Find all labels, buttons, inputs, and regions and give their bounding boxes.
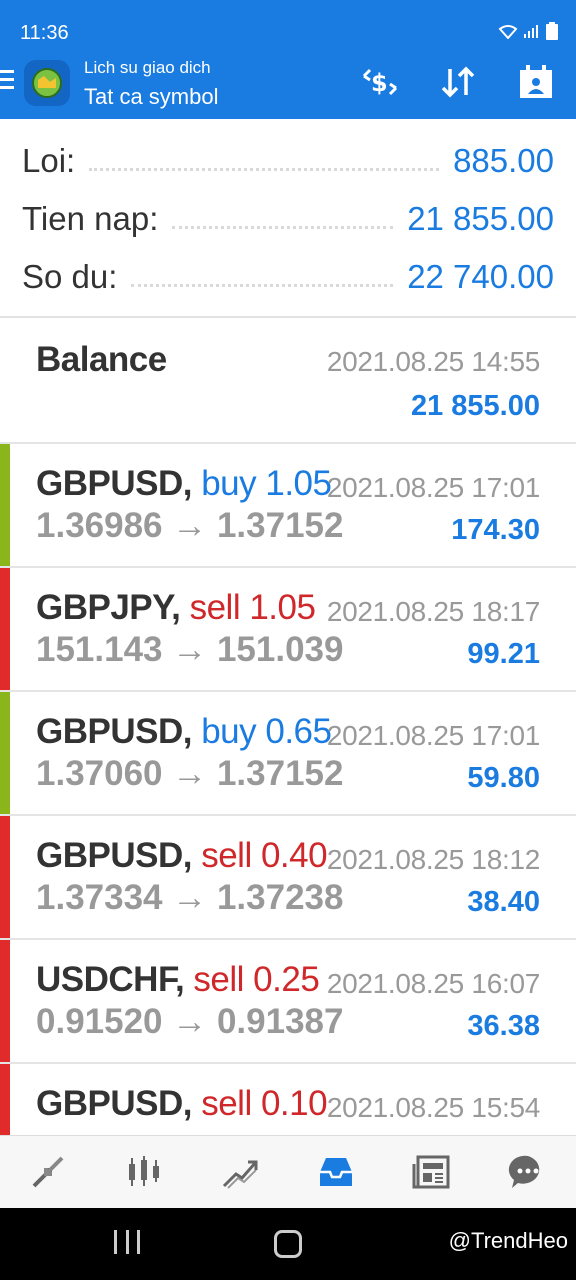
symbol-name: GBPUSD,	[36, 712, 192, 751]
deal-prices: 1.37060 → 1.37152	[36, 754, 344, 793]
deal-row[interactable]: USDCHF, sell 0.25 2021.08.25 16:07 0.915…	[0, 940, 576, 1064]
deposit-row: Tien nap: 21 855.00	[22, 199, 554, 239]
side-bar	[0, 692, 10, 814]
history-icon[interactable]	[308, 1144, 364, 1200]
wifi-icon	[498, 25, 518, 39]
header-title[interactable]: Tat ca symbol	[84, 84, 219, 110]
signal-icon	[524, 25, 538, 38]
status-icons	[498, 22, 558, 40]
summary-panel: Loi: 885.00 Tien nap: 21 855.00 So du: 2…	[0, 119, 576, 318]
dotted-leader	[131, 267, 394, 287]
deal-symbol: GBPUSD, buy 0.65	[36, 712, 332, 752]
dotted-leader	[89, 151, 440, 171]
deal-profit: 99.21	[467, 638, 540, 670]
recent-apps-icon[interactable]	[114, 1230, 140, 1256]
deal-type: sell 0.25	[193, 960, 320, 999]
deal-prices: 151.143 → 151.039	[36, 630, 344, 669]
side-bar	[0, 816, 10, 938]
deal-profit: 36.38	[467, 1010, 540, 1042]
deal-symbol: GBPJPY, sell 1.05	[36, 588, 316, 628]
bottom-nav	[0, 1135, 576, 1208]
deal-profit: 174.30	[451, 514, 540, 546]
balance-entry-amount: 21 855.00	[410, 390, 540, 422]
news-icon[interactable]	[404, 1144, 460, 1200]
header-subtitle: Lich su giao dich	[84, 58, 211, 77]
deal-symbol: GBPUSD, sell 0.40	[36, 836, 328, 876]
symbol-name: GBPUSD,	[36, 1084, 192, 1123]
balance-entry[interactable]: Balance 2021.08.25 14:55 21 855.00	[0, 318, 576, 444]
deal-symbol: GBPUSD, buy 1.05	[36, 464, 332, 504]
deal-row[interactable]: GBPUSD, sell 0.40 2021.08.25 18:12 1.373…	[0, 816, 576, 940]
app-logo-icon	[24, 60, 70, 106]
deal-type: sell 0.40	[201, 836, 328, 875]
menu-icon[interactable]	[0, 70, 14, 94]
sort-icon[interactable]	[438, 64, 478, 100]
deal-row[interactable]: GBPUSD, sell 0.10 2021.08.25 15:54	[0, 1064, 576, 1135]
chart-icon[interactable]	[116, 1144, 172, 1200]
symbol-name: USDCHF,	[36, 960, 185, 999]
balance-row: So du: 22 740.00	[22, 257, 554, 297]
balance-value: 22 740.00	[407, 258, 554, 295]
deal-row[interactable]: GBPUSD, buy 0.65 2021.08.25 17:01 1.3706…	[0, 692, 576, 816]
balance-entry-label: Balance	[36, 340, 167, 379]
deposit-label: Tien nap:	[22, 200, 159, 237]
deposit-icon[interactable]: $	[360, 64, 400, 100]
app-bar: 11:36 Lich su giao dich Tat ca symbol $	[0, 0, 576, 119]
calendar-icon[interactable]	[516, 64, 556, 100]
balance-label: So du:	[22, 258, 118, 295]
trade-icon[interactable]	[212, 1144, 268, 1200]
deal-profit: 59.80	[467, 762, 540, 794]
deal-symbol: GBPUSD, sell 0.10	[36, 1084, 328, 1124]
deal-time: 2021.08.25 17:01	[326, 472, 540, 503]
deal-type: sell 1.05	[189, 588, 316, 627]
deal-time: 2021.08.25 16:07	[326, 968, 540, 999]
side-bar	[0, 568, 10, 690]
deal-prices: 0.91520 → 0.91387	[36, 1002, 344, 1041]
profit-value: 885.00	[453, 142, 554, 179]
deal-type: sell 0.10	[201, 1084, 328, 1123]
side-bar	[0, 1064, 10, 1135]
quotes-icon[interactable]	[20, 1144, 76, 1200]
watermark: @TrendHeo	[448, 1228, 568, 1253]
dotted-leader	[172, 209, 394, 229]
deal-profit: 38.40	[467, 886, 540, 918]
chat-icon[interactable]	[500, 1144, 556, 1200]
deal-symbol: USDCHF, sell 0.25	[36, 960, 320, 1000]
deal-prices: 1.37334 → 1.37238	[36, 878, 344, 917]
side-bar	[0, 444, 10, 566]
deal-prices: 1.36986 → 1.37152	[36, 506, 344, 545]
deal-time: 2021.08.25 18:12	[326, 844, 540, 875]
deal-type: buy 1.05	[201, 464, 332, 503]
deal-time: 2021.08.25 15:54	[326, 1092, 540, 1123]
deal-row[interactable]: GBPUSD, buy 1.05 2021.08.25 17:01 1.3698…	[0, 444, 576, 568]
symbol-name: GBPUSD,	[36, 464, 192, 503]
profit-label: Loi:	[22, 142, 76, 179]
profit-row: Loi: 885.00	[22, 141, 554, 181]
home-icon[interactable]	[274, 1230, 302, 1258]
battery-icon	[546, 22, 558, 40]
balance-entry-time: 2021.08.25 14:55	[326, 346, 540, 377]
system-nav-bar: @TrendHeo	[0, 1208, 576, 1280]
deal-time: 2021.08.25 17:01	[326, 720, 540, 751]
status-time: 11:36	[20, 22, 69, 44]
symbol-name: GBPUSD,	[36, 836, 192, 875]
side-bar	[0, 940, 10, 1062]
deal-type: buy 0.65	[201, 712, 332, 751]
symbol-name: GBPJPY,	[36, 588, 181, 627]
deal-time: 2021.08.25 18:17	[326, 596, 540, 627]
svg-text:$: $	[371, 69, 388, 97]
deposit-value: 21 855.00	[407, 200, 554, 237]
deal-row[interactable]: GBPJPY, sell 1.05 2021.08.25 18:17 151.1…	[0, 568, 576, 692]
